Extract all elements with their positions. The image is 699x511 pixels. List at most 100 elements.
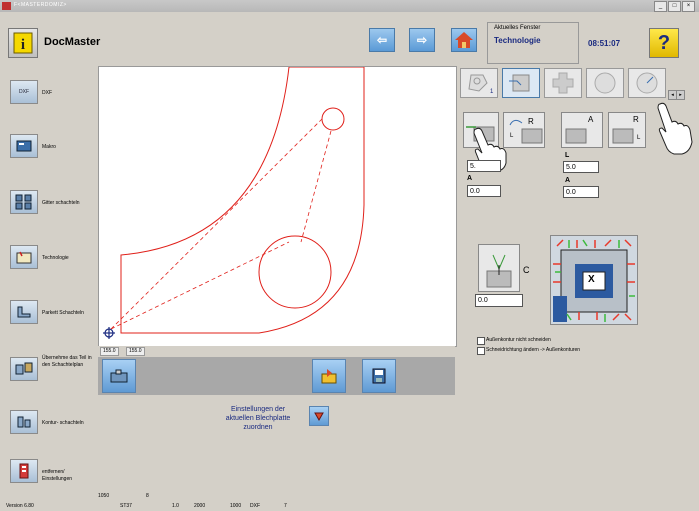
sheet-icon bbox=[110, 369, 128, 383]
title-bar: F<MASTERDOMIZ> _ □ × bbox=[0, 0, 699, 12]
arc-lead-icon bbox=[509, 119, 543, 144]
sheet-view-button[interactable] bbox=[102, 359, 136, 393]
angle-field-left[interactable]: 0.0 bbox=[467, 185, 501, 197]
tool-cross-button[interactable] bbox=[544, 68, 582, 98]
outer-contour-nocut-checkbox[interactable] bbox=[477, 337, 485, 345]
leadout-arc-icon bbox=[612, 128, 634, 144]
drawing-canvas[interactable] bbox=[98, 66, 457, 347]
svg-text:i: i bbox=[21, 37, 25, 53]
status-width: 2000 bbox=[194, 503, 206, 509]
back-button[interactable]: ⇦ bbox=[369, 28, 395, 52]
sidebar-item-dxf[interactable]: DXF bbox=[10, 80, 38, 104]
length-field-right[interactable]: 5.0 bbox=[563, 161, 599, 173]
leadout-R: R bbox=[633, 115, 639, 124]
direction-matrix[interactable]: X bbox=[550, 235, 638, 325]
question-icon: ? bbox=[657, 31, 671, 54]
parquet-icon bbox=[17, 306, 31, 318]
version-label: Version 6.80 bbox=[6, 503, 34, 509]
coord-x: 155.0 bbox=[100, 347, 119, 356]
close-button[interactable]: × bbox=[682, 1, 695, 12]
tool-leadout-button[interactable] bbox=[628, 68, 666, 98]
angle-label-left: A bbox=[467, 175, 473, 182]
coord-y: 155.0 bbox=[126, 347, 145, 356]
home-button[interactable] bbox=[451, 28, 477, 52]
technology-icon bbox=[16, 251, 32, 264]
corner-cut-icon bbox=[486, 254, 512, 288]
assign-down-icon bbox=[314, 412, 324, 422]
sidebar-item-technologie[interactable] bbox=[10, 245, 38, 269]
tool-circle-button[interactable] bbox=[586, 68, 624, 98]
current-window-label: Aktuelles Fenster bbox=[494, 25, 541, 31]
sidebar-item-makro[interactable] bbox=[10, 134, 38, 158]
bottom-action-bar bbox=[98, 357, 455, 395]
tool-scroll-right[interactable]: ▸ bbox=[676, 90, 685, 100]
current-window-value: Technologie bbox=[494, 36, 541, 45]
sidebar-item-uebernehme[interactable] bbox=[10, 357, 38, 381]
part-outline bbox=[120, 66, 365, 334]
arrow-right-icon: ⇨ bbox=[416, 33, 428, 47]
arc-lead-R: R bbox=[528, 117, 534, 126]
sidebar-item-parkett[interactable] bbox=[10, 300, 38, 324]
current-window-panel: Aktuelles Fenster Technologie bbox=[487, 22, 579, 64]
grid-nest-icon bbox=[15, 194, 32, 210]
save-button[interactable] bbox=[362, 359, 396, 393]
sidebar-label-parkett: Parkett Schachteln bbox=[42, 310, 84, 316]
leadout-L: L bbox=[637, 135, 641, 141]
sidebar-label-makro: Makro bbox=[42, 144, 56, 150]
sidebar-label-dxf: DXF bbox=[42, 90, 52, 96]
minimize-button[interactable]: _ bbox=[654, 1, 667, 12]
tool-part-button[interactable]: 1 bbox=[460, 68, 498, 98]
leadout-straight-box[interactable]: A bbox=[561, 112, 603, 148]
path-to-large-hole bbox=[110, 241, 290, 330]
change-direction-label: Schneidrichtung ändern -> Außenkonturen bbox=[486, 347, 581, 353]
change-direction-checkbox[interactable] bbox=[477, 347, 485, 355]
help-button[interactable]: ? bbox=[649, 28, 679, 58]
circle-icon bbox=[594, 72, 616, 94]
status-value-1050: 1050 bbox=[98, 493, 110, 499]
arc-lead-L: L bbox=[510, 133, 514, 139]
save-icon bbox=[372, 368, 386, 384]
corner-param-label: C bbox=[523, 265, 530, 275]
forward-button[interactable]: ⇨ bbox=[409, 28, 435, 52]
top-toolbar: i DocMaster ⇦ ⇨ Aktuelles Fenster Techno… bbox=[0, 12, 699, 64]
sidebar-item-gitter[interactable] bbox=[10, 190, 38, 214]
sidebar-item-kontur[interactable] bbox=[10, 410, 38, 434]
dxf-icon: DXF bbox=[19, 89, 29, 95]
hand-cursor-right-icon bbox=[657, 102, 693, 155]
window-controls: _ □ × bbox=[654, 1, 695, 12]
maximize-button[interactable]: □ bbox=[668, 1, 681, 12]
leadout-straight-icon bbox=[565, 128, 587, 144]
leadout-arc-box[interactable]: RL bbox=[608, 112, 646, 148]
sidebar-label-kontur: Kontur- schachteln bbox=[42, 420, 84, 426]
path-small-to-large bbox=[300, 130, 332, 243]
assign-sheet-button[interactable] bbox=[309, 406, 329, 426]
window-title: F<MASTERDOMIZ> bbox=[14, 2, 67, 8]
clock: 08:51:07 bbox=[588, 39, 621, 48]
small-hole bbox=[321, 107, 345, 131]
outer-contour-nocut-label: Außenkontur nicht schneiden bbox=[486, 337, 551, 343]
nest-transfer-button[interactable] bbox=[312, 359, 346, 393]
leadout-A: A bbox=[588, 115, 594, 124]
transfer-part-icon bbox=[15, 362, 33, 375]
sidebar-label-uebernehme: Übernehme das Teil in den Schachtelplan bbox=[42, 355, 92, 368]
contour-nest-icon bbox=[17, 416, 31, 428]
assign-sheet-label: Einstellungen der aktuellen Blechplatte … bbox=[225, 406, 291, 431]
info-button[interactable]: i bbox=[8, 28, 38, 58]
leadin-icon bbox=[509, 74, 530, 92]
remove-settings-icon bbox=[19, 463, 29, 479]
status-material: ST37 bbox=[120, 503, 132, 509]
home-icon bbox=[455, 32, 473, 48]
corner-param-field[interactable]: 0.0 bbox=[475, 294, 523, 307]
length-label-right: L bbox=[565, 152, 570, 159]
angle-label-right: A bbox=[565, 177, 571, 184]
sidebar-label-technologie: Technologie bbox=[42, 255, 69, 261]
status-thickness: 1.0 bbox=[172, 503, 179, 509]
leadout-icon bbox=[636, 72, 658, 94]
corner-param-box[interactable] bbox=[478, 244, 520, 292]
sidebar-item-entfernen[interactable] bbox=[10, 459, 38, 483]
matrix-center-label: X bbox=[588, 274, 595, 285]
tool-leadin-button[interactable] bbox=[502, 68, 540, 98]
lead-length-field-left[interactable]: 5. bbox=[467, 160, 501, 172]
angle-field-right[interactable]: 0.0 bbox=[563, 186, 599, 198]
sidebar-label-entfernen: entfernen/ Einstellungen bbox=[42, 469, 73, 482]
